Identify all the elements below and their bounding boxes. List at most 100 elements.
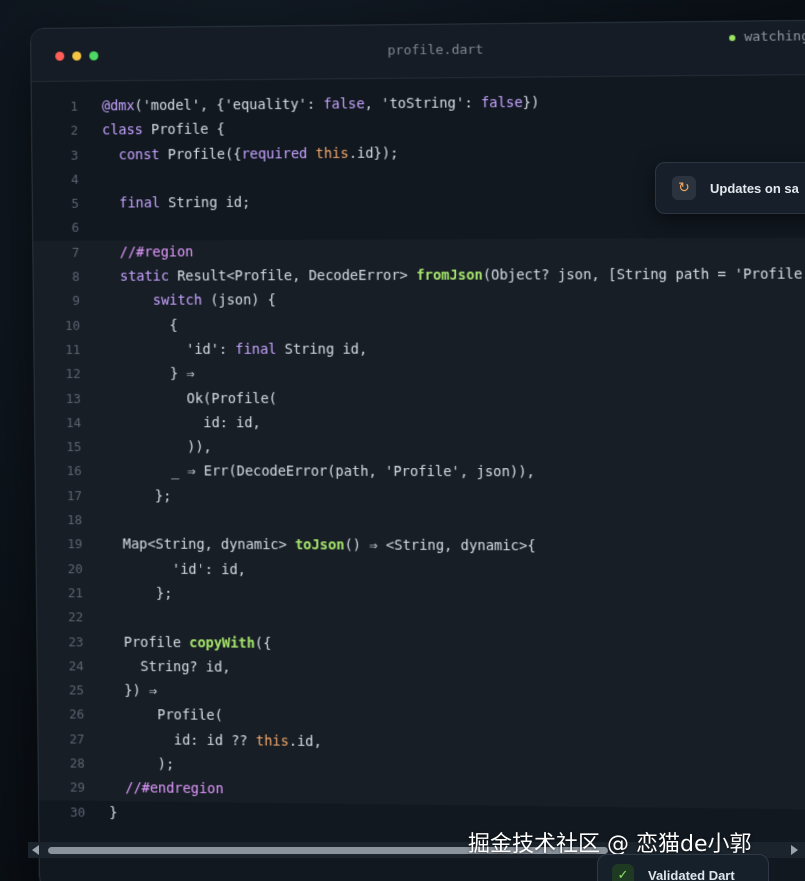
line-number: 27 bbox=[69, 731, 85, 747]
code-token: //#region bbox=[119, 244, 194, 261]
watch-status: watching bbox=[729, 29, 805, 45]
code-token: , 'toString': bbox=[364, 95, 482, 113]
scroll-right-arrow-icon[interactable] bbox=[791, 845, 798, 855]
line-number: 7 bbox=[71, 244, 80, 260]
code-token: const bbox=[118, 146, 160, 164]
line-number: 17 bbox=[66, 487, 82, 503]
code-token: (json) { bbox=[201, 292, 277, 309]
code-token: @dmx bbox=[101, 98, 135, 115]
code-token: String id; bbox=[159, 194, 251, 212]
code-token: { bbox=[169, 317, 178, 334]
code-token: }; bbox=[155, 585, 173, 602]
code-token: //#endregion bbox=[125, 780, 224, 798]
code-line: 10 { bbox=[34, 312, 805, 338]
line-number: 25 bbox=[68, 682, 85, 698]
line-number: 15 bbox=[66, 439, 82, 455]
update-toast[interactable]: ↻ Updates on sa bbox=[655, 162, 805, 214]
background-stage: profile.dart watching 1 @dmx('model', {'e… bbox=[0, 0, 805, 881]
scroll-left-arrow-icon[interactable] bbox=[32, 845, 39, 855]
code-token: ); bbox=[157, 756, 175, 773]
code-token: }) bbox=[522, 94, 540, 112]
code-token: String? id, bbox=[140, 658, 231, 676]
code-token: false bbox=[480, 94, 523, 112]
file-title: profile.dart bbox=[387, 42, 484, 59]
code-token: final bbox=[235, 341, 277, 358]
line-number: 8 bbox=[71, 268, 80, 284]
code-token: required bbox=[241, 145, 308, 163]
line-number: 20 bbox=[67, 560, 83, 576]
line-number: 29 bbox=[69, 779, 86, 796]
line-number: 21 bbox=[67, 585, 83, 601]
code-line: 6 bbox=[33, 212, 805, 240]
line-number: 22 bbox=[68, 609, 84, 625]
line-number: 12 bbox=[65, 366, 81, 382]
line-number: 2 bbox=[70, 122, 79, 139]
line-number: 30 bbox=[70, 804, 86, 820]
line-number: 14 bbox=[65, 414, 82, 430]
code-token: Profile({ bbox=[159, 146, 242, 163]
code-token: Profile bbox=[123, 634, 190, 651]
line-number: 9 bbox=[72, 293, 80, 309]
code-line: 11 'id': final String id, bbox=[34, 337, 805, 362]
code-token: this bbox=[255, 733, 289, 750]
code-token: toJson bbox=[294, 537, 345, 554]
code-line: 15 )), bbox=[35, 435, 805, 461]
code-token: .id, bbox=[288, 733, 322, 750]
code-token: switch bbox=[152, 292, 203, 310]
code-line: 7 //#region bbox=[33, 237, 805, 265]
code-token: }) ⇒ bbox=[124, 682, 158, 700]
line-number: 24 bbox=[68, 658, 84, 674]
code-token: class bbox=[102, 122, 144, 139]
code-line: 9 switch (json) { bbox=[34, 287, 805, 314]
code-token: _ ⇒ Err(DecodeError(path, 'Profile', jso… bbox=[170, 463, 535, 481]
code-token: .id}); bbox=[348, 145, 399, 162]
code-line: 12 } ⇒ bbox=[34, 362, 805, 387]
code-token: (Object? json, [String path = 'Profile']… bbox=[482, 266, 805, 284]
line-number: 28 bbox=[69, 755, 85, 771]
code-token: )), bbox=[187, 439, 212, 456]
line-number: 10 bbox=[64, 317, 81, 333]
watch-status-label: watching bbox=[744, 29, 805, 46]
code-token: 'id': bbox=[186, 341, 236, 358]
code-token: Profile { bbox=[142, 121, 225, 139]
editor-window: profile.dart watching 1 @dmx('model', {'e… bbox=[30, 19, 805, 881]
refresh-icon: ↻ bbox=[672, 176, 696, 200]
code-token: ('model', {'equality': bbox=[134, 96, 324, 115]
line-number: 4 bbox=[70, 171, 79, 187]
badge-label: Validated Dart bbox=[648, 867, 735, 881]
line-number: 3 bbox=[70, 147, 79, 163]
line-number: 19 bbox=[67, 536, 83, 552]
code-token: Result<Profile, DecodeError> bbox=[168, 267, 417, 285]
code-line: 13 Ok(Profile( bbox=[35, 387, 805, 412]
code-token: Map<String, dynamic> bbox=[122, 536, 296, 554]
code-line: 14 id: id, bbox=[35, 411, 805, 436]
line-number: 18 bbox=[66, 512, 83, 528]
code-token: id: id ?? bbox=[173, 732, 256, 750]
code-token: ({ bbox=[254, 635, 272, 652]
status-dot-icon bbox=[729, 34, 736, 41]
line-number: 11 bbox=[65, 341, 81, 357]
code-line: 8 static Result<Profile, DecodeError> fr… bbox=[33, 262, 805, 289]
line-number: 16 bbox=[66, 463, 82, 479]
code-token: copyWith bbox=[189, 634, 255, 652]
validated-badge: ✓ Validated Dart bbox=[597, 854, 769, 881]
line-number: 5 bbox=[71, 195, 79, 211]
code-token: id: id, bbox=[203, 415, 261, 432]
line-number: 6 bbox=[71, 220, 80, 236]
code-token: }; bbox=[154, 488, 172, 505]
code-token: 'id': id, bbox=[171, 561, 246, 578]
